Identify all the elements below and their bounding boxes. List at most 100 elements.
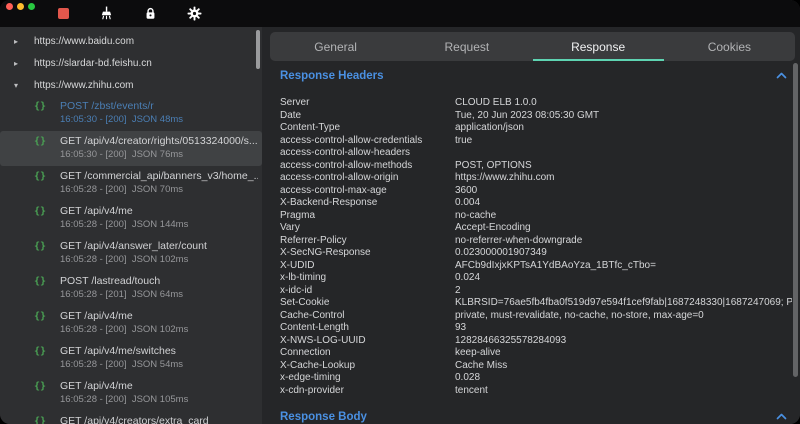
- request-text: GET /commercial_api/banners_v3/home_...1…: [60, 170, 258, 196]
- header-value: KLBRSID=76ae5fb4fba0f519d97e594f1cef9fab…: [455, 297, 792, 310]
- request-row-9[interactable]: {}GET /api/v4/creators/extra_card: [0, 411, 262, 424]
- header-row-21[interactable]: X-Cache-LookupCache Miss: [280, 360, 792, 373]
- sessions-sidebar: ▸https://www.baidu.com▸https://slardar-b…: [0, 27, 262, 424]
- request-row-7[interactable]: {}GET /api/v4/me/switches16:05:28 - [200…: [0, 341, 262, 376]
- response-headers-title[interactable]: Response Headers: [280, 70, 384, 82]
- settings-button[interactable]: [187, 6, 202, 21]
- header-value: 2: [455, 285, 792, 298]
- header-row-11[interactable]: Referrer-Policyno-referrer-when-downgrad…: [280, 235, 792, 248]
- detail-panel: General Request Response Cookies Response H…: [262, 27, 800, 424]
- header-row-4[interactable]: access-control-allow-headers: [280, 147, 792, 160]
- minimize-window-button[interactable]: [17, 3, 24, 10]
- request-text: GET /api/v4/me/switches16:05:28 - [200] …: [60, 345, 183, 371]
- json-braces-icon: {}: [34, 170, 60, 183]
- header-row-23[interactable]: x-cdn-providertencent: [280, 385, 792, 398]
- chevron-down-icon[interactable]: ▾: [14, 81, 34, 90]
- header-name: Date: [280, 110, 455, 123]
- json-braces-icon: {}: [34, 135, 60, 148]
- request-method-path: GET /api/v4/me: [60, 310, 188, 323]
- tab-request[interactable]: Request: [401, 32, 532, 61]
- chevron-right-icon[interactable]: ▸: [14, 37, 34, 46]
- collapse-headers-chevron-icon[interactable]: [776, 72, 787, 79]
- header-value: [455, 147, 792, 160]
- header-name: Set-Cookie: [280, 297, 455, 310]
- request-method-path: GET /api/v4/creators/extra_card: [60, 415, 209, 424]
- json-braces-icon: {}: [34, 100, 60, 113]
- sidebar-scrollbar[interactable]: [256, 30, 260, 69]
- header-row-3[interactable]: access-control-allow-credentialstrue: [280, 135, 792, 148]
- header-name: x-lb-timing: [280, 272, 455, 285]
- request-row-4[interactable]: {}GET /api/v4/answer_later/count16:05:28…: [0, 236, 262, 271]
- header-row-20[interactable]: Connectionkeep-alive: [280, 347, 792, 360]
- host-url-label: https://www.zhihu.com: [34, 80, 133, 91]
- host-row-1[interactable]: ▸https://slardar-bd.feishu.cn: [0, 52, 262, 74]
- header-row-10[interactable]: VaryAccept-Encoding: [280, 222, 792, 235]
- header-value: 0.024: [455, 272, 792, 285]
- detail-panel-scrollbar[interactable]: [793, 63, 798, 377]
- header-row-19[interactable]: X-NWS-LOG-UUID12828466325578284093: [280, 335, 792, 348]
- header-row-8[interactable]: X-Backend-Response0.004: [280, 197, 792, 210]
- request-method-path: GET /api/v4/me: [60, 380, 188, 393]
- request-text: POST /zbst/events/r16:05:30 - [200] JSON…: [60, 100, 183, 126]
- request-row-0[interactable]: {}POST /zbst/events/r16:05:30 - [200] JS…: [0, 96, 262, 131]
- lock-icon: [143, 6, 158, 21]
- request-row-3[interactable]: {}GET /api/v4/me16:05:28 - [200] JSON 14…: [0, 201, 262, 236]
- request-meta: 16:05:28 - [200] JSON 54ms: [60, 358, 183, 371]
- clear-sessions-button[interactable]: [99, 6, 114, 21]
- host-tree: ▸https://www.baidu.com▸https://slardar-b…: [0, 30, 262, 96]
- tab-cookies[interactable]: Cookies: [664, 32, 795, 61]
- header-row-1[interactable]: DateTue, 20 Jun 2023 08:05:30 GMT: [280, 110, 792, 123]
- header-row-14[interactable]: x-lb-timing0.024: [280, 272, 792, 285]
- response-body-title[interactable]: Response Body: [280, 411, 367, 423]
- host-row-0[interactable]: ▸https://www.baidu.com: [0, 30, 262, 52]
- header-row-6[interactable]: access-control-allow-originhttps://www.z…: [280, 172, 792, 185]
- header-value: tencent: [455, 385, 792, 398]
- collapse-body-chevron-icon[interactable]: [776, 413, 787, 420]
- header-name: access-control-max-age: [280, 185, 455, 198]
- close-window-button[interactable]: [6, 3, 13, 10]
- tab-label: Response: [571, 40, 625, 54]
- zoom-window-button[interactable]: [28, 3, 35, 10]
- header-name: access-control-allow-origin: [280, 172, 455, 185]
- request-method-path: GET /api/v4/creator/rights/0513324000/s.…: [60, 135, 258, 148]
- header-row-5[interactable]: access-control-allow-methodsPOST, OPTION…: [280, 160, 792, 173]
- lock-button[interactable]: [143, 6, 158, 21]
- header-row-18[interactable]: Content-Length93: [280, 322, 792, 335]
- header-row-22[interactable]: x-edge-timing0.028: [280, 372, 792, 385]
- header-row-12[interactable]: X-SecNG-Response0.023000001907349: [280, 247, 792, 260]
- header-name: X-SecNG-Response: [280, 247, 455, 260]
- request-row-6[interactable]: {}GET /api/v4/me16:05:28 - [200] JSON 10…: [0, 306, 262, 341]
- header-name: X-Backend-Response: [280, 197, 455, 210]
- request-text: GET /api/v4/creator/rights/0513324000/s.…: [60, 135, 258, 161]
- request-method-path: POST /lastread/touch: [60, 275, 183, 288]
- stop-record-icon: [58, 8, 69, 19]
- header-row-9[interactable]: Pragmano-cache: [280, 210, 792, 223]
- request-meta: 16:05:28 - [200] JSON 102ms: [60, 253, 207, 266]
- request-row-8[interactable]: {}GET /api/v4/me16:05:28 - [200] JSON 10…: [0, 376, 262, 411]
- host-row-2[interactable]: ▾https://www.zhihu.com: [0, 74, 262, 96]
- host-url-label: https://www.baidu.com: [34, 36, 134, 47]
- header-value: private, must-revalidate, no-cache, no-s…: [455, 310, 792, 323]
- header-row-0[interactable]: ServerCLOUD ELB 1.0.0: [280, 97, 792, 110]
- header-row-15[interactable]: x-idc-id2: [280, 285, 792, 298]
- header-row-2[interactable]: Content-Typeapplication/json: [280, 122, 792, 135]
- tab-label: General: [314, 40, 357, 54]
- header-row-16[interactable]: Set-CookieKLBRSID=76ae5fb4fba0f519d97e59…: [280, 297, 792, 310]
- header-name: Referrer-Policy: [280, 235, 455, 248]
- response-headers-table: ServerCLOUD ELB 1.0.0DateTue, 20 Jun 202…: [280, 97, 792, 397]
- header-row-17[interactable]: Cache-Controlprivate, must-revalidate, n…: [280, 310, 792, 323]
- header-value: 12828466325578284093: [455, 335, 792, 348]
- request-meta: 16:05:28 - [200] JSON 70ms: [60, 183, 258, 196]
- header-name: Server: [280, 97, 455, 110]
- header-name: access-control-allow-credentials: [280, 135, 455, 148]
- tab-general[interactable]: General: [270, 32, 401, 61]
- request-row-2[interactable]: {}GET /commercial_api/banners_v3/home_..…: [0, 166, 262, 201]
- header-value: https://www.zhihu.com: [455, 172, 792, 185]
- header-row-7[interactable]: access-control-max-age3600: [280, 185, 792, 198]
- request-row-1[interactable]: {}GET /api/v4/creator/rights/0513324000/…: [0, 131, 262, 166]
- request-row-5[interactable]: {}POST /lastread/touch16:05:28 - [201] J…: [0, 271, 262, 306]
- tab-response[interactable]: Response: [533, 32, 664, 61]
- header-row-13[interactable]: X-UDIDAFCb9dIxjxKPTsA1YdBAoYza_1BTfc_cTb…: [280, 260, 792, 273]
- chevron-right-icon[interactable]: ▸: [14, 59, 34, 68]
- stop-record-button[interactable]: [56, 6, 71, 21]
